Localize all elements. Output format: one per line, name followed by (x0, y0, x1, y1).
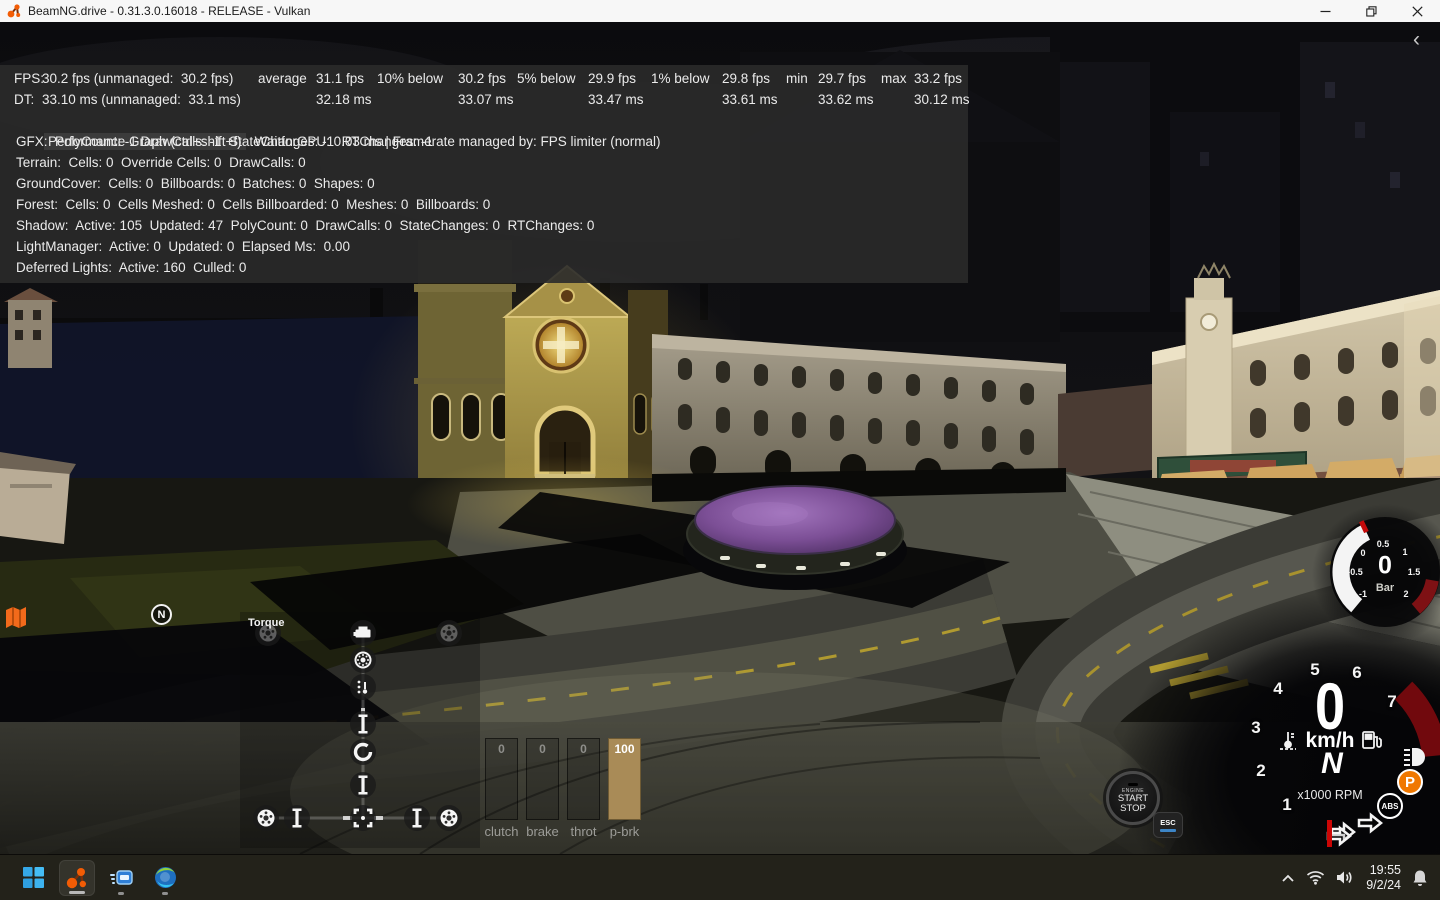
parking-brake-indicator: 100 p-brk (608, 738, 641, 839)
running-indicator (118, 892, 124, 895)
restore-icon (1366, 6, 1377, 17)
gear-indicator: N (1321, 747, 1343, 781)
running-indicator (69, 891, 85, 894)
volume-icon[interactable] (1336, 870, 1355, 885)
corner-building (0, 452, 76, 544)
abs-warning-icon: ABS (1377, 793, 1403, 819)
clutch-icon (356, 653, 371, 668)
clutch-indicator: 0 clutch (485, 738, 518, 839)
drivetrain-diagram (240, 612, 480, 848)
system-tray: 19:55 9/2/24 (1281, 863, 1428, 893)
minimize-button[interactable] (1302, 0, 1348, 22)
taskbar-apps (15, 860, 183, 896)
dt-label: DT: (14, 89, 34, 110)
boost-tick: 1 (1402, 547, 1407, 557)
rpm-tick: 3 (1251, 718, 1260, 738)
groundcover-stats-line: GroundCover: Cells: 0 Billboards: 0 Batc… (0, 173, 968, 194)
dt-stats-row: DT: 33.10 ms (unmanaged: 33.1 ms) 32.18 … (0, 89, 968, 110)
boost-tick: 1.5 (1408, 567, 1421, 577)
desktop-screen: BeamNG.drive - 0.31.3.0.16018 - RELEASE … (0, 0, 1440, 900)
minimize-icon (1320, 6, 1331, 17)
deferred-lights-stats-line: Deferred Lights: Active: 160 Culled: 0 (0, 257, 968, 278)
shadow-stats-line: Shadow: Active: 105 Updated: 47 PolyCoun… (0, 215, 968, 236)
clock-date: 9/2/24 (1366, 878, 1401, 893)
tachometer-cluster: 1 2 3 4 5 6 7 0 km/h N x1000 RPM P ABS (1240, 640, 1440, 854)
window-controls (1302, 0, 1440, 22)
tray-chevron-icon[interactable] (1281, 873, 1295, 883)
start-button[interactable] (15, 860, 51, 896)
notification-bell-icon[interactable] (1412, 869, 1428, 887)
compass-north-indicator: N (151, 604, 172, 625)
compass-north-label: N (158, 609, 166, 621)
clock-time: 19:55 (1366, 863, 1401, 878)
forest-stats-line: Forest: Cells: 0 Cells Meshed: 0 Cells B… (0, 194, 968, 215)
engine-start-stop-button[interactable]: ENGINE START STOP (1106, 771, 1160, 825)
window-titlebar: BeamNG.drive - 0.31.3.0.16018 - RELEASE … (0, 0, 1440, 22)
esc-hint-underline (1160, 829, 1176, 833)
coolant-temp-icon (1280, 732, 1296, 749)
restore-button[interactable] (1348, 0, 1394, 22)
map-app-icon[interactable] (5, 606, 27, 630)
performance-overlay: FPS: 30.2 fps (unmanaged: 30.2 fps) aver… (0, 65, 968, 283)
game-viewport[interactable]: FPS: 30.2 fps (unmanaged: 30.2 fps) aver… (0, 22, 1440, 854)
rpm-tick: 1 (1282, 795, 1291, 815)
boost-tick: -1 (1359, 589, 1367, 599)
fps-stats-row: FPS: 30.2 fps (unmanaged: 30.2 fps) aver… (0, 68, 968, 89)
close-button[interactable] (1394, 0, 1440, 22)
beamng-app-icon (7, 4, 21, 18)
rpm-tick: 2 (1256, 761, 1265, 781)
taskbar: 19:55 9/2/24 (0, 854, 1440, 900)
boost-value: 0 (1378, 552, 1392, 581)
beamng-taskbar-icon (65, 866, 89, 890)
redline-arc (1404, 691, 1435, 756)
windows-logo-icon (23, 867, 44, 888)
brake-indicator: 0 brake (526, 738, 559, 839)
rpm-tick: 4 (1273, 679, 1282, 699)
taskbar-launcher-button[interactable] (103, 860, 139, 896)
parking-brake-warning-icon: P (1397, 769, 1423, 795)
clutch-bar: 0 (485, 738, 518, 820)
boost-unit: Bar (1376, 582, 1394, 594)
right-turn-signal-icon (1359, 815, 1381, 831)
window-title: BeamNG.drive - 0.31.3.0.16018 - RELEASE … (28, 4, 310, 18)
taskbar-beamng-button[interactable] (59, 860, 95, 896)
rpm-tick: 7 (1387, 692, 1396, 712)
headlight-icon (1404, 748, 1425, 766)
brake-bar: 0 (526, 738, 559, 820)
boost-tick: 2 (1403, 589, 1408, 599)
wifi-icon[interactable] (1306, 870, 1325, 885)
tachometer-needle (1327, 820, 1332, 847)
fuel-icon (1363, 732, 1381, 748)
torque-panel-title: Torque (248, 617, 284, 629)
taskbar-edge-button[interactable] (147, 860, 183, 896)
boost-tick: -0.5 (1347, 567, 1363, 577)
boost-tick: 0.5 (1377, 539, 1390, 549)
throttle-bar: 0 (567, 738, 600, 820)
pedal-indicators: 0 clutch 0 brake 0 throt 100 p-brk (485, 738, 641, 839)
running-indicator (162, 892, 168, 895)
purple-pool (683, 486, 907, 590)
rpm-scale-label: x1000 RPM (1297, 788, 1362, 802)
fps-label: FPS: (14, 68, 44, 89)
launcher-icon (110, 867, 133, 889)
parking-brake-bar: 100 (608, 738, 641, 820)
collapse-panel-chevron-icon[interactable]: ‹ (1413, 28, 1420, 52)
edge-browser-icon (154, 866, 177, 889)
rpm-tick: 6 (1352, 663, 1361, 683)
terrain-stats-line: Terrain: Cells: 0 Override Cells: 0 Draw… (0, 152, 968, 173)
lightmanager-stats-line: LightManager: Active: 0 Updated: 0 Elaps… (0, 236, 968, 257)
esc-key-hint[interactable]: ESC (1153, 812, 1183, 838)
boost-tick: 0 (1360, 548, 1365, 558)
key-slot (1128, 783, 1138, 786)
torque-panel: Torque (240, 612, 480, 848)
performance-graph-line: Performance Graph (ctrl+shift+f)WaitforG… (0, 110, 968, 131)
boost-gauge: 0 0.5 1 1.5 2 -1 -0.5 0 Bar (1320, 512, 1440, 632)
throttle-indicator: 0 throt (567, 738, 600, 839)
close-icon (1412, 6, 1423, 17)
taskbar-clock[interactable]: 19:55 9/2/24 (1366, 863, 1401, 893)
distant-tower (4, 288, 58, 368)
